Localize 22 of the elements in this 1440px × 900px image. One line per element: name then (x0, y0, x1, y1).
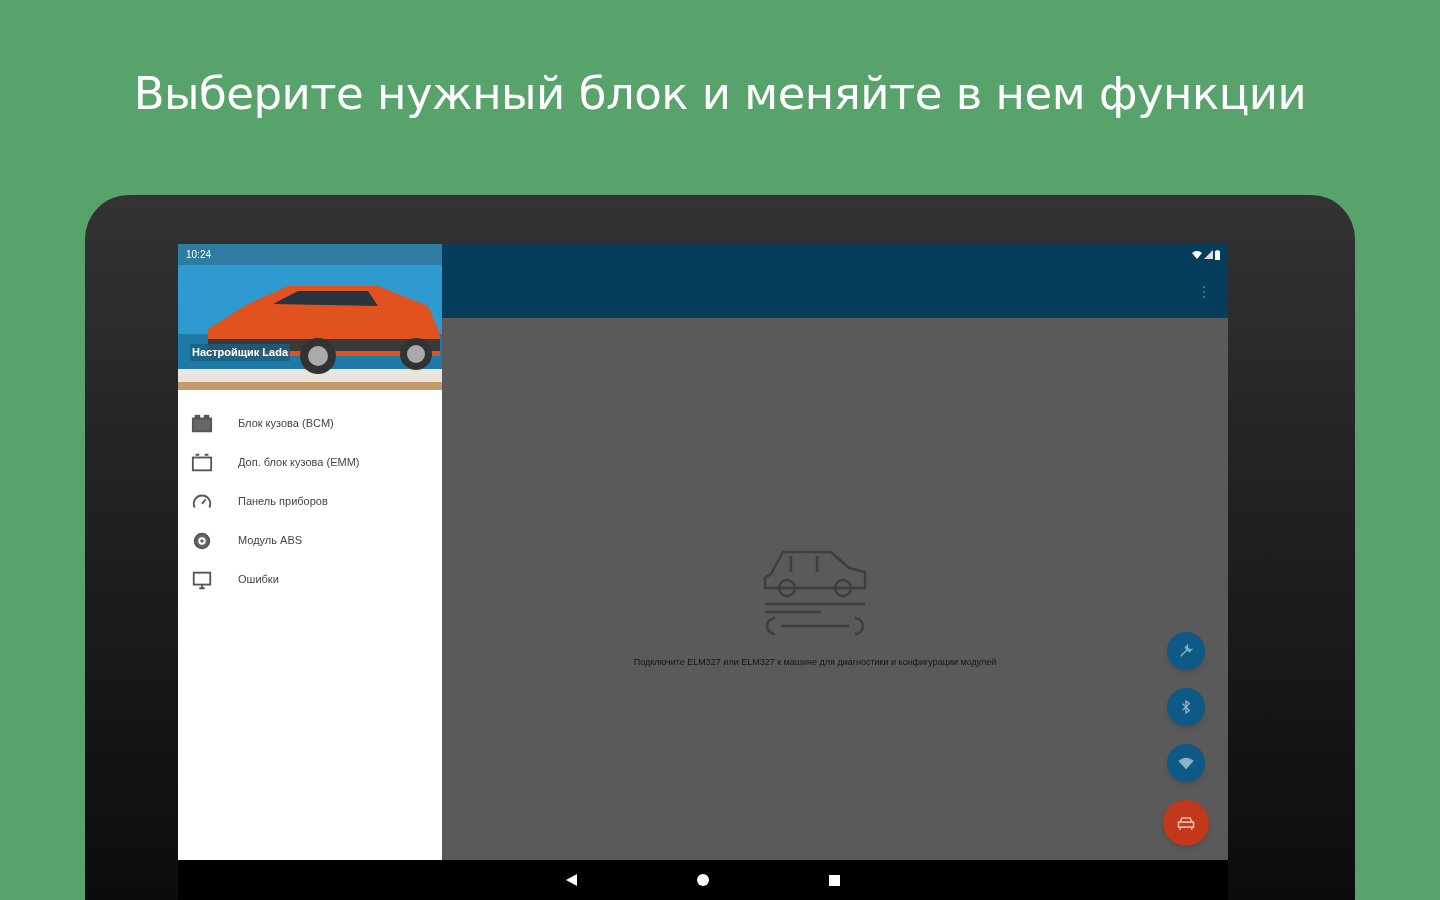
battery-icon (1215, 249, 1220, 260)
action-button[interactable] (1163, 800, 1209, 846)
drawer-item[interactable]: Блок кузова (BCM) (178, 404, 442, 443)
action-button[interactable] (1167, 744, 1205, 782)
headline: Выберите нужный блок и меняйте в нем функции (133, 71, 1307, 116)
module-icon (191, 451, 213, 474)
drawer-title: Настройщик Lada (190, 344, 291, 361)
wifi-icon (1192, 250, 1202, 259)
recents-icon[interactable] (829, 874, 840, 886)
drawer-item[interactable]: Модуль ABS (178, 521, 442, 560)
clock: 10:24 (186, 248, 212, 262)
drawer-item[interactable]: Доп. блок кузова (EMM) (178, 443, 442, 482)
drawer-item[interactable]: Панель приборов (178, 482, 442, 521)
wifi-icon (1178, 755, 1194, 771)
back-icon[interactable] (566, 874, 577, 886)
action-button[interactable] (1167, 688, 1205, 726)
action-button[interactable] (1167, 632, 1205, 670)
signal-icon (1204, 250, 1213, 259)
wrench-icon (1178, 643, 1194, 659)
home-icon[interactable] (697, 874, 709, 886)
drawer-item[interactable]: Ошибки (178, 560, 442, 599)
module-icon (191, 412, 213, 435)
